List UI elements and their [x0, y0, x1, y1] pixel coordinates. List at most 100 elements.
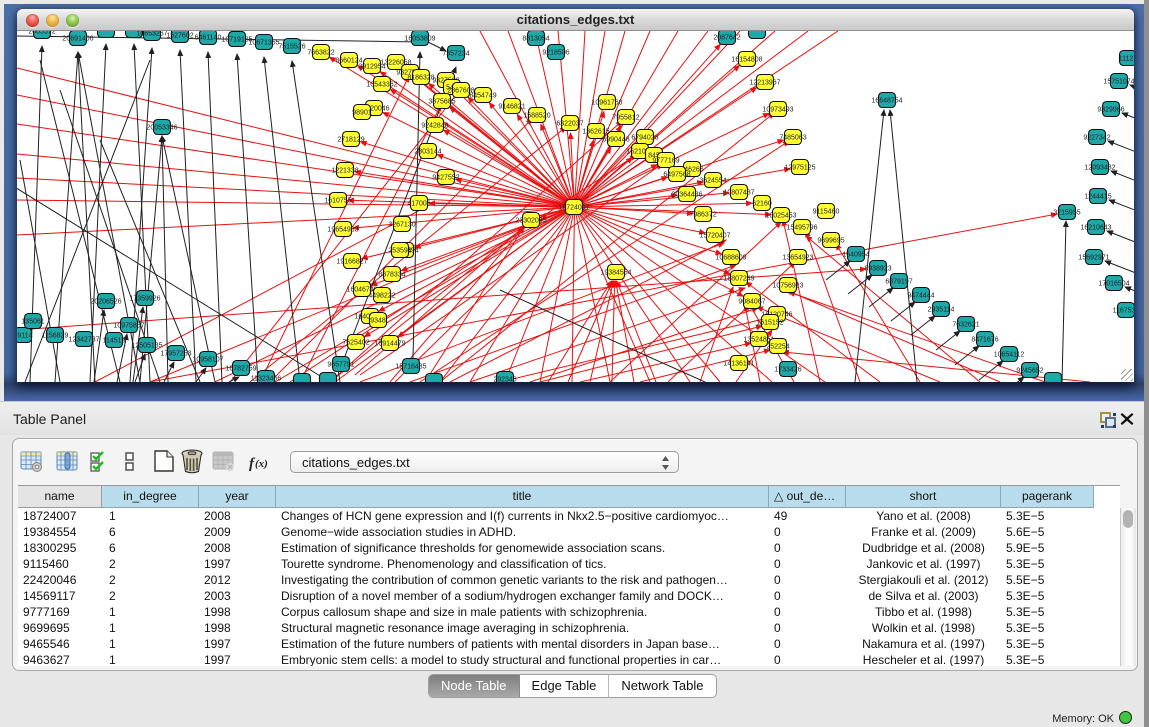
svg-text:8878334: 8878334 [378, 272, 405, 279]
svg-text:15751074: 15751074 [1103, 79, 1134, 86]
svg-text:15692971: 15692971 [1078, 255, 1109, 262]
svg-text:292346: 292346 [493, 377, 516, 383]
svg-text:1167533: 1167533 [1113, 308, 1134, 315]
svg-text:2935114: 2935114 [928, 307, 955, 314]
svg-text:3215955: 3215955 [1053, 210, 1080, 217]
svg-text:8813054: 8813054 [522, 36, 549, 43]
svg-text:7625402: 7625402 [342, 340, 369, 347]
svg-text:10973493: 10973493 [762, 107, 793, 114]
svg-text:11323466: 11323466 [251, 376, 282, 383]
svg-text:7955812: 7955812 [612, 115, 639, 122]
svg-text:6794028: 6794028 [631, 135, 658, 142]
svg-text:8938923: 8938923 [864, 266, 891, 273]
svg-text:18724007: 18724007 [558, 205, 589, 212]
svg-text:39114: 39114 [17, 333, 33, 340]
svg-text:62160: 62160 [752, 201, 772, 208]
svg-text:16053809: 16053809 [404, 36, 435, 43]
svg-text:20206526: 20206526 [90, 299, 121, 306]
svg-text:253594: 253594 [388, 248, 411, 255]
svg-text:2718129: 2718129 [337, 137, 364, 144]
svg-text:9115460: 9115460 [813, 209, 840, 216]
svg-text:417006: 417006 [407, 201, 430, 208]
svg-text:10756923: 10756923 [772, 283, 803, 290]
svg-text:1221338: 1221338 [331, 168, 358, 175]
svg-text:9329966: 9329966 [1097, 107, 1124, 114]
svg-text:12342737: 12342737 [68, 337, 99, 344]
svg-text:12975125: 12975125 [784, 165, 815, 172]
svg-text:7515526: 7515526 [278, 44, 305, 51]
svg-text:8471676: 8471676 [971, 337, 998, 344]
svg-text:1244415: 1244415 [1084, 194, 1111, 201]
svg-text:17016504: 17016504 [1098, 281, 1129, 288]
svg-text:10025453: 10025453 [765, 213, 796, 220]
svg-text:12093482: 12093482 [1084, 165, 1115, 172]
svg-text:7632621: 7632621 [952, 322, 979, 329]
svg-text:10958107: 10958107 [192, 357, 223, 364]
svg-text:9657791: 9657791 [327, 362, 354, 369]
svg-text:19384554: 19384554 [600, 270, 631, 277]
svg-text:1733426: 1733426 [774, 367, 801, 374]
svg-text:12505135: 12505135 [131, 343, 162, 350]
svg-text:16154808: 16154808 [731, 57, 762, 64]
svg-text:7485063: 7485063 [779, 135, 806, 142]
svg-text:2005572: 2005572 [28, 31, 55, 36]
svg-text:114519: 114519 [103, 338, 126, 345]
svg-text:9245652: 9245652 [1016, 368, 1043, 375]
svg-text:12213967: 12213967 [749, 80, 780, 87]
svg-text:17957253: 17957253 [160, 351, 191, 358]
svg-text:9348: 9348 [370, 318, 386, 325]
svg-text:4498222: 4498222 [368, 293, 395, 300]
svg-text:7357234: 7357234 [442, 51, 469, 58]
svg-text:7986372: 7986372 [689, 212, 716, 219]
svg-text:135061: 135061 [21, 319, 44, 326]
svg-text:10654112: 10654112 [994, 352, 1025, 359]
svg-text:6990448: 6990448 [602, 137, 629, 144]
svg-text:9699695: 9699695 [817, 238, 844, 245]
svg-text:9474444: 9474444 [907, 293, 934, 300]
svg-text:15495796: 15495796 [786, 225, 817, 232]
svg-text:1156829: 1156829 [42, 333, 69, 340]
svg-text:16914479: 16914479 [374, 341, 405, 348]
svg-text:9242848: 9242848 [421, 123, 448, 130]
svg-text:1588520: 1588520 [523, 113, 550, 120]
svg-text:15716485: 15716485 [395, 364, 426, 371]
svg-text:1640954: 1640954 [842, 252, 869, 259]
svg-text:98901: 98901 [352, 110, 372, 117]
svg-text:1362615: 1362615 [582, 129, 609, 136]
svg-text:7663822: 7663822 [307, 50, 334, 57]
svg-text:1615152: 1615152 [756, 320, 783, 327]
svg-text:(x): (x) [255, 458, 268, 470]
svg-text:10543362: 10543362 [366, 82, 397, 89]
svg-text:10671355: 10671355 [248, 40, 279, 47]
svg-text:16648754: 16648754 [871, 98, 902, 105]
svg-text:9777169: 9777169 [652, 158, 679, 165]
svg-text:252254: 252254 [766, 344, 789, 351]
svg-text:20053346: 20053346 [146, 125, 177, 132]
svg-text:20364436: 20364436 [671, 192, 702, 199]
svg-text:10961768: 10961768 [591, 100, 622, 107]
svg-text:6879197: 6879197 [885, 279, 912, 286]
svg-text:10807487: 10807487 [723, 190, 754, 197]
svg-text:23302035: 23302035 [515, 218, 546, 225]
svg-text:8186328: 8186328 [407, 75, 434, 82]
svg-text:20691406: 20691406 [62, 36, 93, 43]
svg-text:14136141: 14136141 [723, 361, 754, 368]
svg-text:2803144: 2803144 [414, 149, 441, 156]
svg-text:9227342: 9227342 [1083, 135, 1110, 142]
svg-text:1527602: 1527602 [166, 33, 193, 40]
svg-text:19166827: 19166827 [336, 259, 367, 266]
svg-text:3267130: 3267130 [388, 222, 415, 229]
svg-text:9218506: 9218506 [542, 50, 569, 57]
svg-text:16210643: 16210643 [1080, 225, 1111, 232]
svg-text:6461140: 6461140 [195, 35, 222, 42]
svg-text:15720407: 15720407 [699, 233, 730, 240]
svg-text:13654923: 13654923 [782, 255, 813, 262]
svg-text:17359926: 17359926 [129, 296, 160, 303]
svg-text:16782759: 16782759 [225, 366, 256, 373]
svg-text:8454749: 8454749 [469, 93, 496, 100]
svg-text:11123: 11123 [1119, 56, 1134, 63]
svg-text:10653267: 10653267 [136, 31, 167, 38]
svg-text:3875685: 3875685 [428, 99, 455, 106]
svg-text:9084067: 9084067 [738, 299, 765, 306]
svg-text:10688609: 10688609 [715, 255, 746, 262]
